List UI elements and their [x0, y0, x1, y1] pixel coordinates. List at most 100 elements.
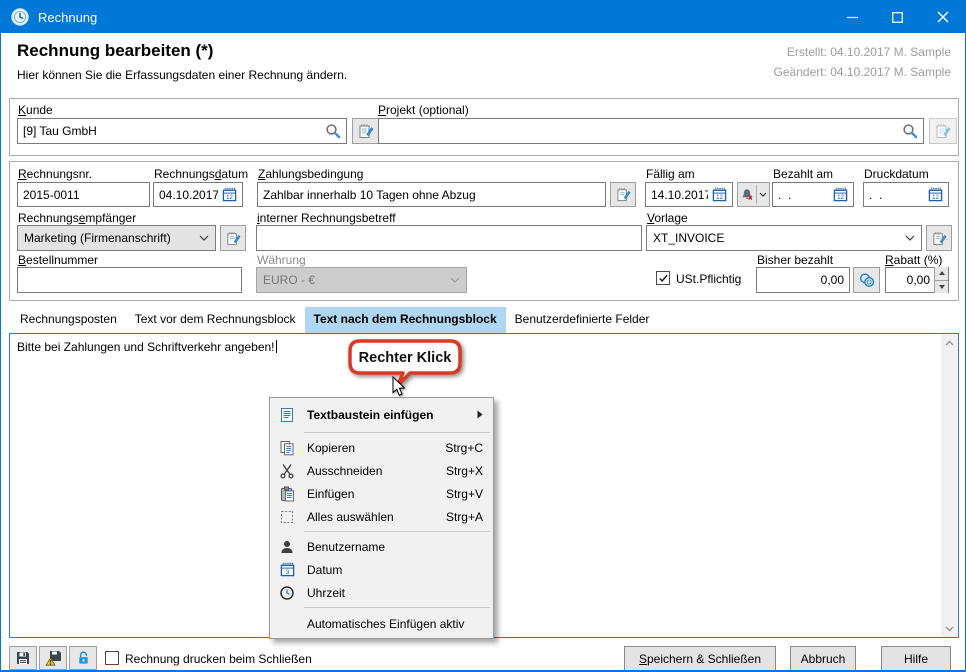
- triangle-up-icon: [939, 271, 945, 275]
- app-icon: [11, 8, 29, 26]
- editor-text-value: Bitte bei Zahlungen und Schriftverkehr a…: [17, 340, 275, 354]
- copy-icon: [277, 440, 297, 456]
- menu-item-alles-auswaehlen[interactable]: Alles auswählen Strg+A: [270, 505, 493, 528]
- bisher-bezahlt-input[interactable]: 0,00: [756, 267, 850, 293]
- close-button[interactable]: [920, 1, 965, 33]
- spin-up-button[interactable]: [935, 267, 948, 281]
- ust-pflichtig-checkbox[interactable]: [656, 271, 670, 285]
- editor-scrollbar[interactable]: [941, 334, 958, 637]
- kunde-input[interactable]: [9] Tau GmbH: [17, 118, 347, 144]
- help-button[interactable]: Hilfe: [881, 646, 951, 671]
- bezahlt-am-input[interactable]: . . 12: [772, 182, 854, 207]
- save-button[interactable]: [9, 646, 37, 670]
- scroll-up-button[interactable]: [941, 334, 958, 351]
- page-subtitle: Hier können Sie die Erfassungsdaten eine…: [17, 68, 347, 82]
- menu-item-textbaustein[interactable]: Textbaustein einfügen: [270, 400, 493, 429]
- tab-text-nach-rechnungsblock[interactable]: Text nach dem Rechnungsblock: [305, 307, 506, 333]
- druckdatum-label: Druckdatum: [864, 167, 929, 181]
- print-on-close-label[interactable]: Rechnung drucken beim Schließen: [125, 652, 312, 666]
- clock-icon: [277, 585, 297, 601]
- search-icon[interactable]: [902, 123, 918, 139]
- cancel-button[interactable]: Abbruch: [790, 646, 856, 671]
- search-icon[interactable]: [325, 123, 341, 139]
- vorlage-combo[interactable]: XT_INVOICE: [646, 225, 922, 251]
- betreff-input[interactable]: [256, 225, 642, 251]
- zahlungsbedingung-input[interactable]: Zahlbar innerhalb 10 Tagen ohne Abzug: [257, 182, 606, 207]
- cancel-label: Abbruch: [801, 652, 846, 666]
- faellig-am-label: Fällig am: [646, 167, 695, 181]
- lock-open-icon: [76, 650, 91, 666]
- maximize-button[interactable]: [875, 1, 920, 33]
- rechnungsempfaenger-combo[interactable]: Marketing (Firmenanschrift): [17, 225, 216, 251]
- rechnungsdatum-input[interactable]: 04.10.2017 12: [153, 182, 243, 207]
- spin-down-button[interactable]: [935, 281, 948, 294]
- rabatt-value: 0,00: [891, 273, 930, 287]
- close-icon: [937, 11, 949, 23]
- menu-item-automatisches-einfuegen[interactable]: Automatisches Einfügen aktiv: [270, 611, 493, 636]
- menu-item-shortcut: Strg+C: [445, 441, 483, 455]
- bestellnummer-label: Bestellnummer: [18, 253, 98, 267]
- edit-icon: [932, 231, 947, 246]
- calendar-icon[interactable]: 12: [833, 187, 848, 202]
- rabatt-spinner[interactable]: [934, 267, 948, 293]
- minimize-button[interactable]: [830, 1, 875, 33]
- menu-item-einfuegen[interactable]: Einfügen Strg+V: [270, 482, 493, 505]
- save-alert-button[interactable]: [39, 646, 67, 670]
- menu-item-kopieren[interactable]: Kopieren Strg+C: [270, 436, 493, 459]
- select-all-icon: [277, 509, 297, 525]
- tab-text-vor-rechnungsblock[interactable]: Text vor dem Rechnungsblock: [126, 307, 305, 333]
- reminder-button[interactable]: [737, 182, 770, 207]
- menu-item-benutzername[interactable]: Benutzername: [270, 535, 493, 558]
- zahlungsbedingung-label: Zahlungsbedingung: [258, 167, 363, 181]
- tab-rechnungsposten[interactable]: Rechnungsposten: [11, 307, 126, 333]
- menu-item-uhrzeit[interactable]: Uhrzeit: [270, 581, 493, 604]
- maximize-icon: [892, 12, 903, 23]
- calendar-icon[interactable]: 12: [712, 187, 727, 202]
- bestellnummer-input[interactable]: [17, 267, 242, 293]
- tab-bar: Rechnungsposten Text vor dem Rechnungsbl…: [11, 307, 658, 333]
- chevron-down-icon: [945, 626, 954, 632]
- cut-icon: [277, 463, 297, 479]
- lock-button[interactable]: [69, 646, 97, 670]
- projekt-input[interactable]: [378, 118, 924, 144]
- created-label: Erstellt: 04.10.2017 M. Sample: [787, 45, 951, 59]
- druckdatum-input[interactable]: . . 12: [863, 182, 949, 207]
- save-and-close-button[interactable]: Speichern & Schließen: [624, 646, 776, 671]
- kunde-edit-button[interactable]: [352, 118, 380, 144]
- menu-separator: [304, 432, 490, 433]
- chevron-down-icon: [450, 277, 460, 283]
- projekt-edit-button[interactable]: [929, 118, 957, 144]
- rechnungsnr-input[interactable]: 2015-0011: [17, 182, 150, 207]
- menu-item-shortcut: Strg+V: [446, 487, 483, 501]
- save-icon: [15, 650, 31, 666]
- ust-pflichtig-label[interactable]: USt.Pflichtig: [676, 272, 741, 286]
- menu-item-shortcut: Strg+X: [446, 464, 483, 478]
- print-on-close-checkbox[interactable]: [105, 651, 119, 665]
- scroll-down-button[interactable]: [941, 620, 958, 637]
- context-menu: Textbaustein einfügen Kopieren Strg+C Au…: [269, 397, 494, 639]
- tab-benutzerdefinierte-felder[interactable]: Benutzerdefinierte Felder: [506, 307, 659, 333]
- calendar-icon[interactable]: 12: [928, 187, 943, 202]
- button-divider: [756, 185, 757, 204]
- rabatt-input[interactable]: 0,00: [885, 267, 949, 293]
- faellig-am-input[interactable]: 14.10.2017 12: [645, 182, 733, 207]
- modified-label: Geändert: 04.10.2017 M. Sample: [774, 65, 951, 79]
- window-controls: [830, 1, 965, 33]
- menu-item-label: Uhrzeit: [307, 586, 345, 600]
- rabatt-label: Rabatt (%): [885, 253, 942, 267]
- payment-coins-icon: [859, 272, 875, 288]
- rechnungsempfaenger-edit-button[interactable]: [220, 225, 246, 251]
- save-alert-icon: [45, 650, 62, 666]
- menu-item-ausschneiden[interactable]: Ausschneiden Strg+X: [270, 459, 493, 482]
- projekt-label: Projekt (optional): [378, 103, 469, 117]
- waehrung-label: Währung: [257, 253, 306, 267]
- zahlungsbedingung-edit-button[interactable]: [610, 182, 636, 207]
- vorlage-edit-button[interactable]: [926, 225, 952, 251]
- vorlage-value: XT_INVOICE: [653, 231, 724, 245]
- calendar-icon[interactable]: 12: [222, 187, 237, 202]
- payment-button[interactable]: [853, 267, 880, 293]
- vorlage-label: Vorlage: [647, 211, 688, 225]
- menu-separator: [304, 531, 490, 532]
- menu-item-datum[interactable]: 3 Datum: [270, 558, 493, 581]
- edit-icon: [358, 123, 374, 139]
